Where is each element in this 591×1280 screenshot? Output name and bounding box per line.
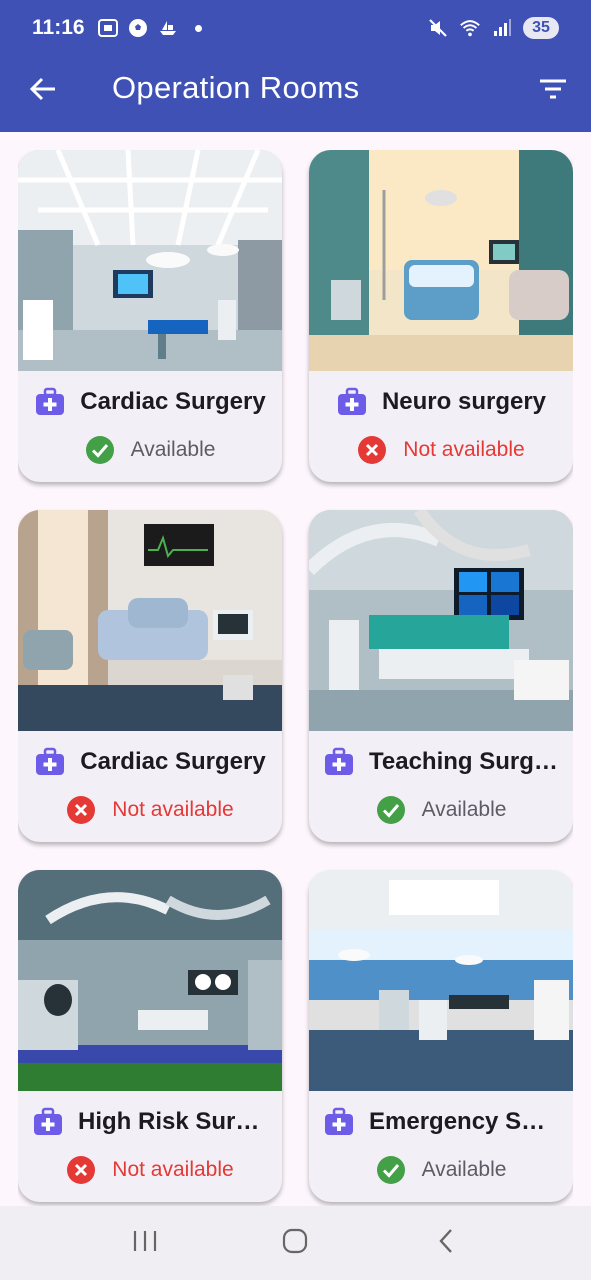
app-bar: 11:16 35 Operation Rooms: [0, 0, 591, 132]
room-card[interactable]: Teaching Surgery Available: [309, 510, 573, 842]
recents-button[interactable]: [121, 1219, 169, 1267]
check-circle-icon: [376, 795, 406, 825]
medical-kit-icon: [336, 386, 368, 418]
medical-kit-icon: [32, 1106, 64, 1138]
wifi-icon: [459, 17, 481, 39]
check-circle-icon: [376, 1155, 406, 1185]
operating-room-photo-5: [18, 870, 282, 1091]
operating-room-photo-4: [309, 510, 573, 731]
filter-icon: [539, 78, 567, 105]
home-icon: [281, 1227, 309, 1260]
operating-room-photo-1: [18, 150, 282, 371]
room-name: Neuro surgery: [381, 388, 547, 415]
room-name: Cardiac Surgery: [80, 388, 266, 415]
notification-dot: [194, 24, 202, 32]
room-name: Cardiac Surgery: [80, 748, 266, 775]
room-card[interactable]: High Risk Surgery Not available: [18, 870, 282, 1202]
filter-button[interactable]: [535, 74, 571, 108]
back-icon: [436, 1227, 456, 1260]
status-bar: 11:16 35: [0, 0, 591, 56]
operating-room-photo-2: [309, 150, 573, 371]
screenshot-icon: [97, 17, 119, 39]
cancel-circle-icon: [66, 1155, 96, 1185]
room-status: Available: [421, 798, 507, 821]
room-name: High Risk Surgery: [78, 1108, 268, 1135]
medical-kit-icon: [323, 746, 355, 778]
nav-back-button[interactable]: [422, 1219, 470, 1267]
operating-room-photo-3: [18, 510, 282, 731]
room-status: Not available: [112, 1158, 234, 1181]
cancel-circle-icon: [66, 795, 96, 825]
system-nav-bar: [0, 1206, 591, 1280]
room-card[interactable]: Cardiac Surgery Available: [18, 150, 282, 482]
room-status: Available: [421, 1158, 507, 1181]
soccer-ball-icon: [127, 17, 149, 39]
room-card[interactable]: Emergency Surgery Available: [309, 870, 573, 1202]
recents-icon: [132, 1229, 158, 1258]
room-card[interactable]: Neuro surgery Not available: [309, 150, 573, 482]
back-button[interactable]: [26, 74, 60, 108]
status-time: 11:16: [32, 16, 85, 39]
room-name: Emergency Surgery: [369, 1108, 559, 1135]
medical-kit-icon: [34, 386, 66, 418]
room-status: Available: [130, 438, 216, 461]
medical-kit-icon: [323, 1106, 355, 1138]
room-name: Teaching Surgery: [369, 748, 559, 775]
operating-room-photo-6: [309, 870, 573, 1091]
toolbar: Operation Rooms: [0, 56, 591, 132]
cancel-circle-icon: [357, 435, 387, 465]
medical-kit-icon: [34, 746, 66, 778]
room-status: Not available: [403, 438, 525, 461]
arrow-back-icon: [29, 76, 57, 107]
home-button[interactable]: [271, 1219, 319, 1267]
room-card[interactable]: Cardiac Surgery Not available: [18, 510, 282, 842]
page-title: Operation Rooms: [112, 70, 360, 105]
check-circle-icon: [85, 435, 115, 465]
battery-indicator: 35: [523, 17, 559, 39]
mute-icon: [427, 17, 449, 39]
rooms-grid: Cardiac Surgery Available Neuro surgery …: [18, 150, 573, 1206]
signal-icon: [491, 17, 513, 39]
room-status: Not available: [112, 798, 234, 821]
boat-icon: [157, 17, 179, 39]
